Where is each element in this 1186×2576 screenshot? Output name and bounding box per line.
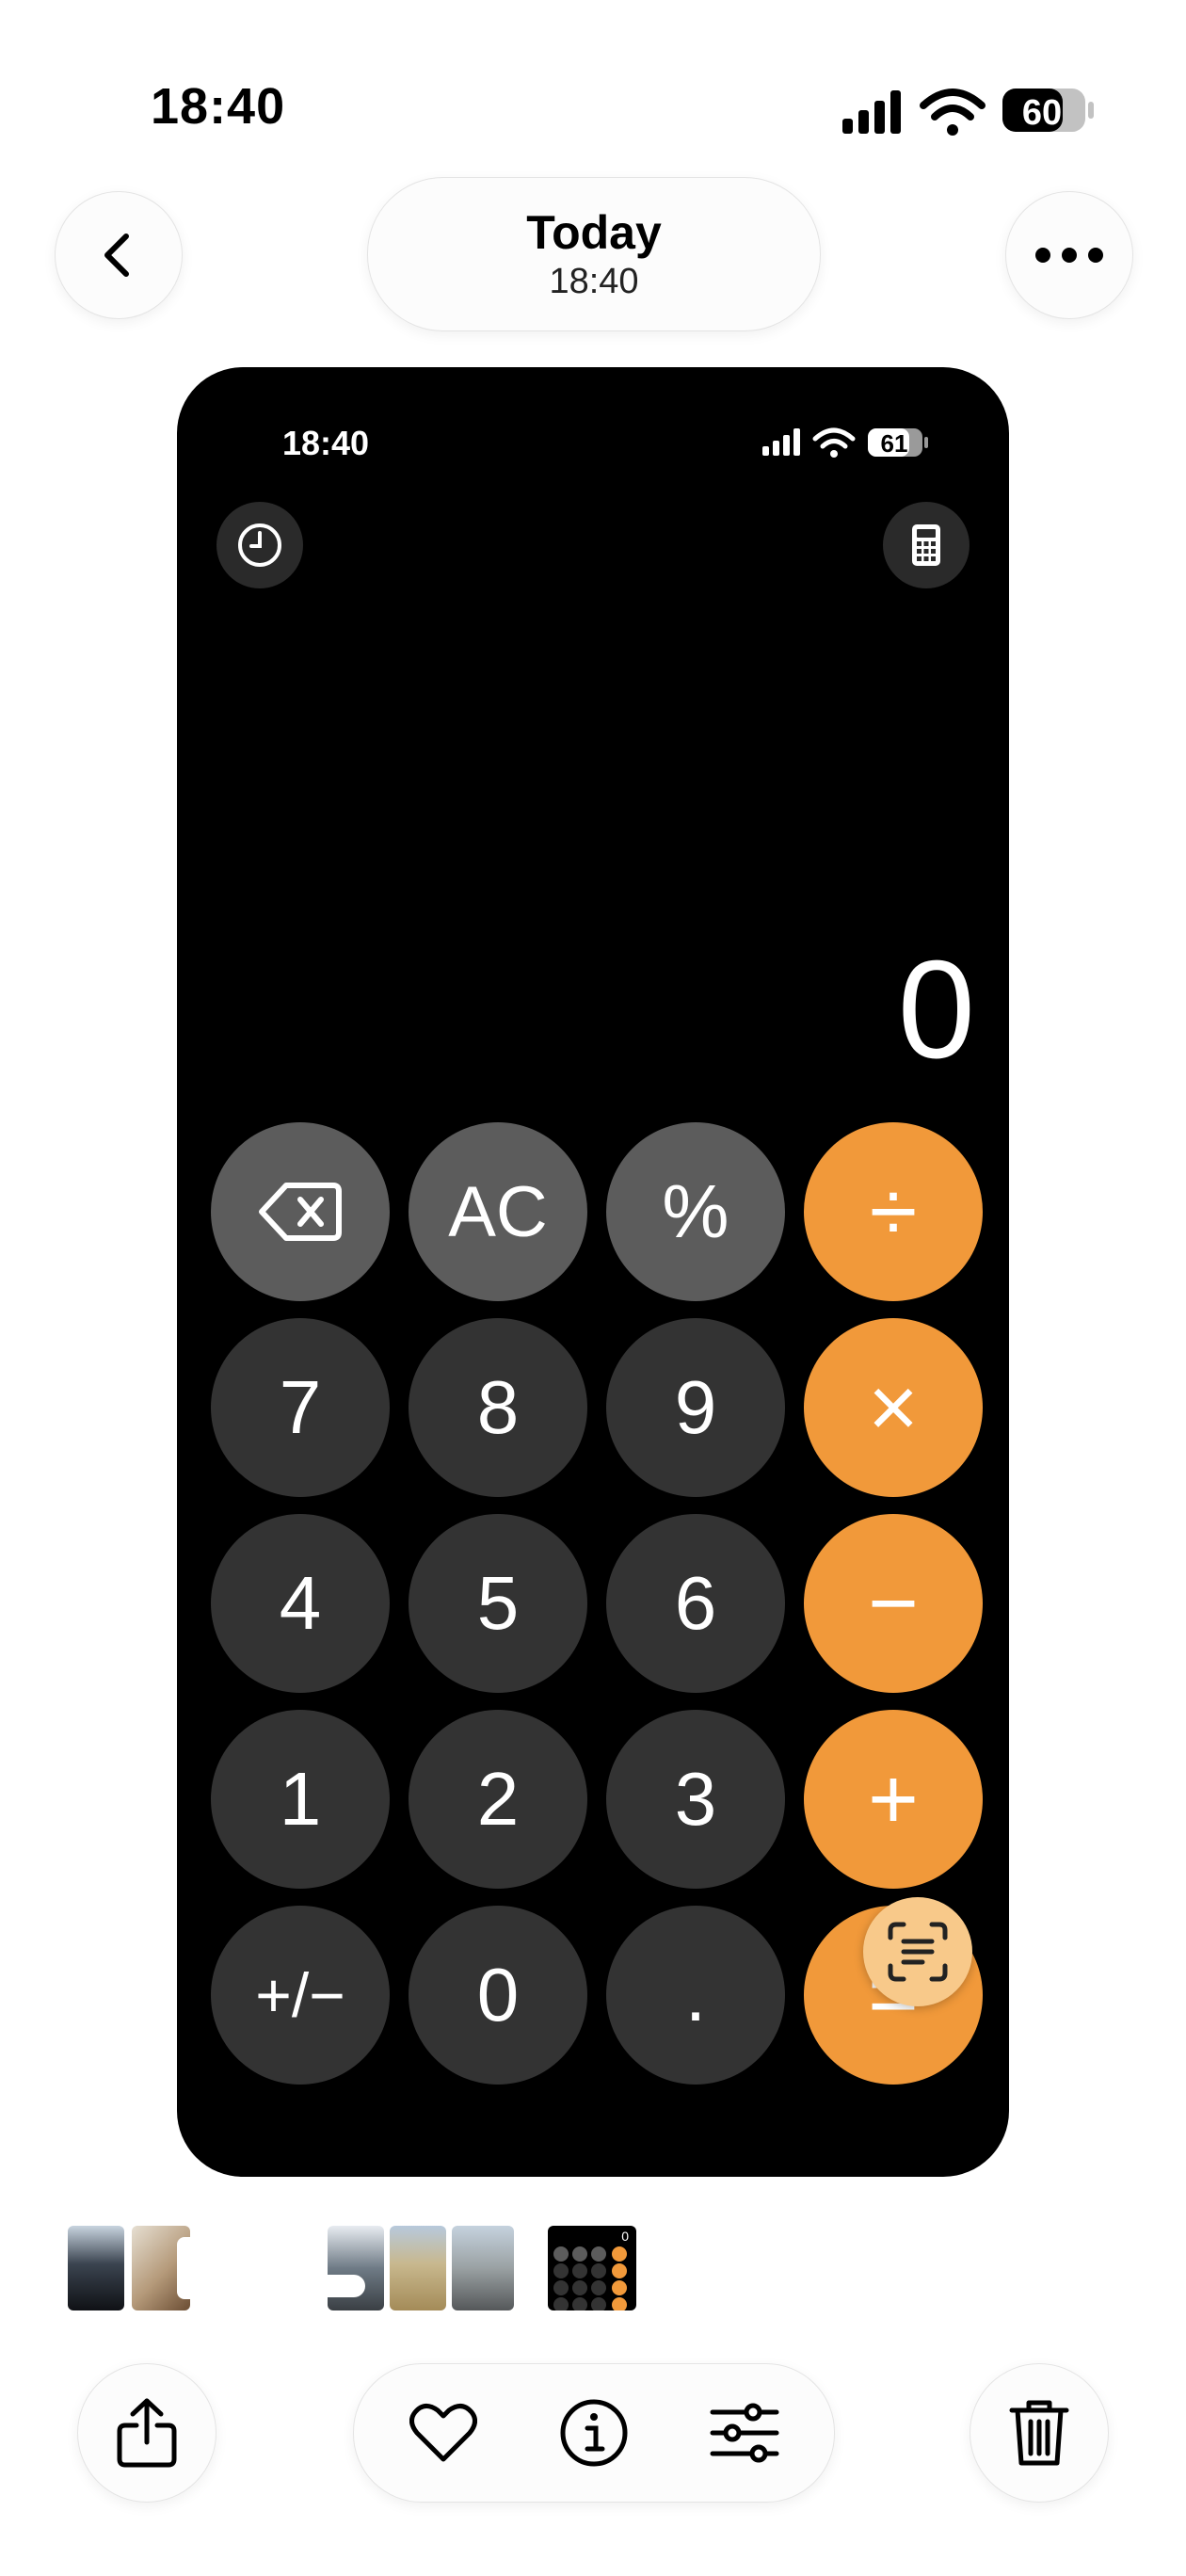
digit-4-key[interactable]: 4 [211,1514,390,1693]
percent-key[interactable]: % [606,1122,785,1301]
thumbnail-2[interactable] [132,2226,190,2310]
calculator-icon [912,524,940,566]
digit-8-key[interactable]: 8 [409,1318,587,1497]
digit-1-key[interactable]: 1 [211,1710,390,1889]
digit-5-key[interactable]: 5 [409,1514,587,1693]
thumbnail-4[interactable] [390,2226,446,2310]
digit-0-key[interactable]: 0 [409,1906,587,2085]
share-icon [117,2398,177,2468]
calculator-display: 0 [897,932,975,1087]
trash-icon [1009,2400,1069,2466]
digit-3-key[interactable]: 3 [606,1710,785,1889]
live-text-icon [888,1922,948,1982]
delete-button[interactable] [970,2363,1109,2503]
info-button[interactable] [525,2364,663,2502]
digit-7-key[interactable]: 7 [211,1318,390,1497]
backspace-key[interactable] [211,1122,390,1301]
adjust-button[interactable] [676,2364,813,2502]
wifi-icon [920,89,986,121]
plus-minus-key[interactable]: +/− [211,1906,390,2085]
clock-icon [238,523,281,567]
calculator-mode-button[interactable] [883,502,970,588]
status-time: 18:40 [151,78,286,135]
photo-viewer[interactable]: 18:40 61 0 AC % ÷ 7 8 9 × 4 5 6 − 1 2 3 … [177,367,1009,2177]
back-button[interactable] [55,191,183,319]
heart-icon [409,2404,477,2462]
thumbnail-display: 0 [621,2229,629,2244]
thumbnail-5[interactable] [452,2226,514,2310]
more-button[interactable] [1005,191,1133,319]
thumbnail-1[interactable] [68,2226,124,2310]
digit-2-key[interactable]: 2 [409,1710,587,1889]
screenshot-status-time: 18:40 [282,424,370,462]
battery-icon: 60 [1002,89,1094,133]
thumbnail-current[interactable]: 0 [548,2226,636,2310]
share-button[interactable] [77,2363,216,2503]
photo-actions-toolbar [353,2363,835,2503]
screenshot-status-icons: 61 [762,427,928,458]
page-title: Today [526,206,662,259]
page-subtitle: 18:40 [549,262,639,301]
info-icon [560,2399,628,2467]
backspace-icon [259,1183,342,1241]
live-text-button[interactable] [863,1897,972,2006]
thumbnail-calculator-preview: 0 [553,2229,629,2310]
divide-key[interactable]: ÷ [804,1122,983,1301]
decimal-key[interactable]: . [606,1906,785,2085]
all-clear-key[interactable]: AC [409,1122,587,1301]
date-title-pill[interactable]: Today 18:40 [367,177,821,331]
chevron-left-icon [104,233,129,277]
screenshot-battery: 61 [881,429,908,458]
battery-label: 60 [1022,93,1062,133]
digit-6-key[interactable]: 6 [606,1514,785,1693]
thumbnail-3[interactable] [328,2226,384,2310]
multiply-key[interactable]: × [804,1318,983,1497]
sliders-icon [710,2403,779,2463]
add-key[interactable]: + [804,1710,983,1889]
signal-icon [842,90,901,134]
favorite-button[interactable] [375,2364,512,2502]
ellipsis-icon [1035,248,1103,263]
history-button[interactable] [216,502,303,588]
subtract-key[interactable]: − [804,1514,983,1693]
status-icons: 60 [842,89,1094,136]
digit-9-key[interactable]: 9 [606,1318,785,1497]
